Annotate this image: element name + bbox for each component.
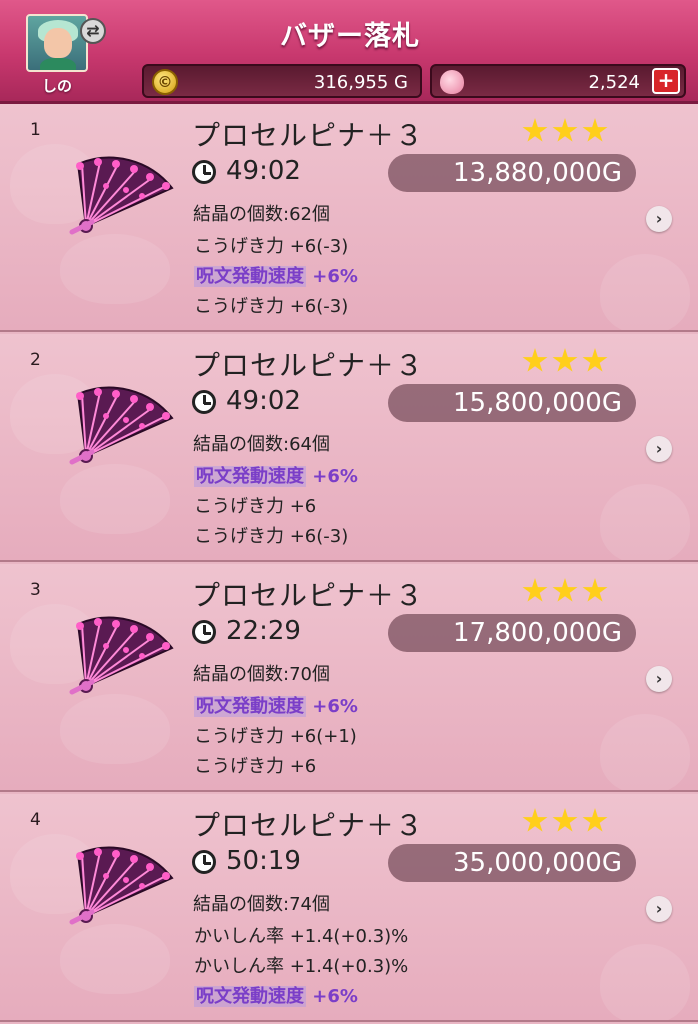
- gold-value: 316,955 G: [313, 72, 408, 93]
- chevron-right-icon[interactable]: ›: [646, 206, 672, 232]
- bid-list: 1 プロセルピナ＋３ 49:02 13,880,000G 結晶の個数:62個 こ…: [0, 104, 698, 1024]
- bid-price: 15,800,000G: [388, 384, 636, 422]
- list-item[interactable]: 2 プロセルピナ＋３ 49:02 15,800,000G 結晶の個数:64個 呪…: [0, 334, 698, 562]
- star-rating: [522, 808, 612, 838]
- item-name: プロセルピナ＋３: [192, 579, 425, 612]
- clock-icon: [192, 160, 216, 184]
- fan-icon: [69, 386, 174, 465]
- star-icon: [582, 118, 608, 142]
- chevron-right-icon[interactable]: ›: [646, 666, 672, 692]
- star-icon: [552, 808, 578, 832]
- row-index: 2: [30, 350, 41, 370]
- item-stat: こうげき力 +6(-3): [194, 526, 349, 547]
- chevron-right-icon[interactable]: ›: [646, 896, 672, 922]
- star-icon: [582, 348, 608, 372]
- clock-icon: [192, 850, 216, 874]
- item-stat: こうげき力 +6: [194, 496, 317, 517]
- list-item[interactable]: 3 プロセルピナ＋３ 22:29 17,800,000G 結晶の個数:70個 呪…: [0, 564, 698, 792]
- gold-display: © 316,955 G: [142, 64, 422, 98]
- header-bar: ⇄ しの バザー落札 © 316,955 G 2,524 +: [0, 0, 698, 104]
- chevron-right-icon[interactable]: ›: [646, 436, 672, 462]
- time-remaining: 22:29: [226, 616, 301, 646]
- clock-icon: [192, 390, 216, 414]
- add-gems-button[interactable]: +: [652, 68, 680, 94]
- item-stat: 呪文発動速度 +6%: [194, 266, 358, 287]
- avatar-body: [40, 58, 76, 70]
- star-icon: [552, 118, 578, 142]
- item-stat: 呪文発動速度 +6%: [194, 466, 358, 487]
- background-slime-decoration: [60, 924, 170, 994]
- avatar[interactable]: [26, 14, 88, 72]
- row-index: 4: [30, 810, 41, 830]
- gem-icon: [440, 70, 464, 94]
- fan-icon: [69, 156, 174, 235]
- time-remaining: 50:19: [226, 846, 301, 876]
- list-item[interactable]: 4 プロセルピナ＋３ 50:19 35,000,000G 結晶の個数:74個 か…: [0, 794, 698, 1022]
- star-icon: [552, 348, 578, 372]
- clock-icon: [192, 620, 216, 644]
- item-stat: こうげき力 +6(-3): [194, 236, 349, 257]
- item-stat: 呪文発動速度 +6%: [194, 986, 358, 1007]
- swap-icon[interactable]: ⇄: [80, 18, 106, 44]
- crystal-count: 結晶の個数:62個: [193, 204, 330, 225]
- background-slime-decoration: [60, 464, 170, 534]
- gem-value: 2,524: [588, 72, 640, 93]
- fan-icon: [69, 846, 174, 925]
- crystal-count: 結晶の個数:70個: [193, 664, 330, 685]
- time-remaining: 49:02: [226, 386, 301, 416]
- star-icon: [552, 578, 578, 602]
- background-slime-decoration: [60, 234, 170, 304]
- star-icon: [522, 808, 548, 832]
- star-rating: [522, 118, 612, 148]
- row-index: 3: [30, 580, 41, 600]
- background-slime-decoration: [600, 944, 690, 1020]
- star-icon: [582, 808, 608, 832]
- bid-price: 17,800,000G: [388, 614, 636, 652]
- item-stat: かいしん率 +1.4(+0.3)%: [194, 956, 409, 977]
- avatar-name: しの: [41, 77, 72, 95]
- star-icon: [522, 348, 548, 372]
- fan-icon: [69, 616, 174, 695]
- coin-icon: ©: [152, 69, 178, 95]
- star-icon: [522, 578, 548, 602]
- background-slime-decoration: [600, 484, 690, 560]
- list-item[interactable]: 1 プロセルピナ＋３ 49:02 13,880,000G 結晶の個数:62個 こ…: [0, 104, 698, 332]
- background-slime-decoration: [60, 694, 170, 764]
- star-rating: [522, 348, 612, 378]
- star-rating: [522, 578, 612, 608]
- crystal-count: 結晶の個数:64個: [193, 434, 330, 455]
- item-stat: かいしん率 +1.4(+0.3)%: [194, 926, 409, 947]
- bid-price: 13,880,000G: [388, 154, 636, 192]
- row-index: 1: [30, 120, 41, 140]
- background-slime-decoration: [600, 254, 690, 330]
- item-name: プロセルピナ＋３: [192, 119, 425, 152]
- bid-price: 35,000,000G: [388, 844, 636, 882]
- gem-display: 2,524 +: [430, 64, 686, 98]
- time-remaining: 49:02: [226, 156, 301, 186]
- star-icon: [582, 578, 608, 602]
- item-name: プロセルピナ＋３: [192, 349, 425, 382]
- item-stat: 呪文発動速度 +6%: [194, 696, 358, 717]
- item-stat: こうげき力 +6: [194, 756, 317, 777]
- avatar-face: [44, 28, 72, 58]
- item-name: プロセルピナ＋３: [192, 809, 425, 842]
- item-stat: こうげき力 +6(+1): [194, 726, 357, 747]
- page-title: バザー落札: [280, 21, 420, 52]
- background-slime-decoration: [600, 714, 690, 790]
- star-icon: [522, 118, 548, 142]
- item-stat: こうげき力 +6(-3): [194, 296, 349, 317]
- crystal-count: 結晶の個数:74個: [193, 894, 330, 915]
